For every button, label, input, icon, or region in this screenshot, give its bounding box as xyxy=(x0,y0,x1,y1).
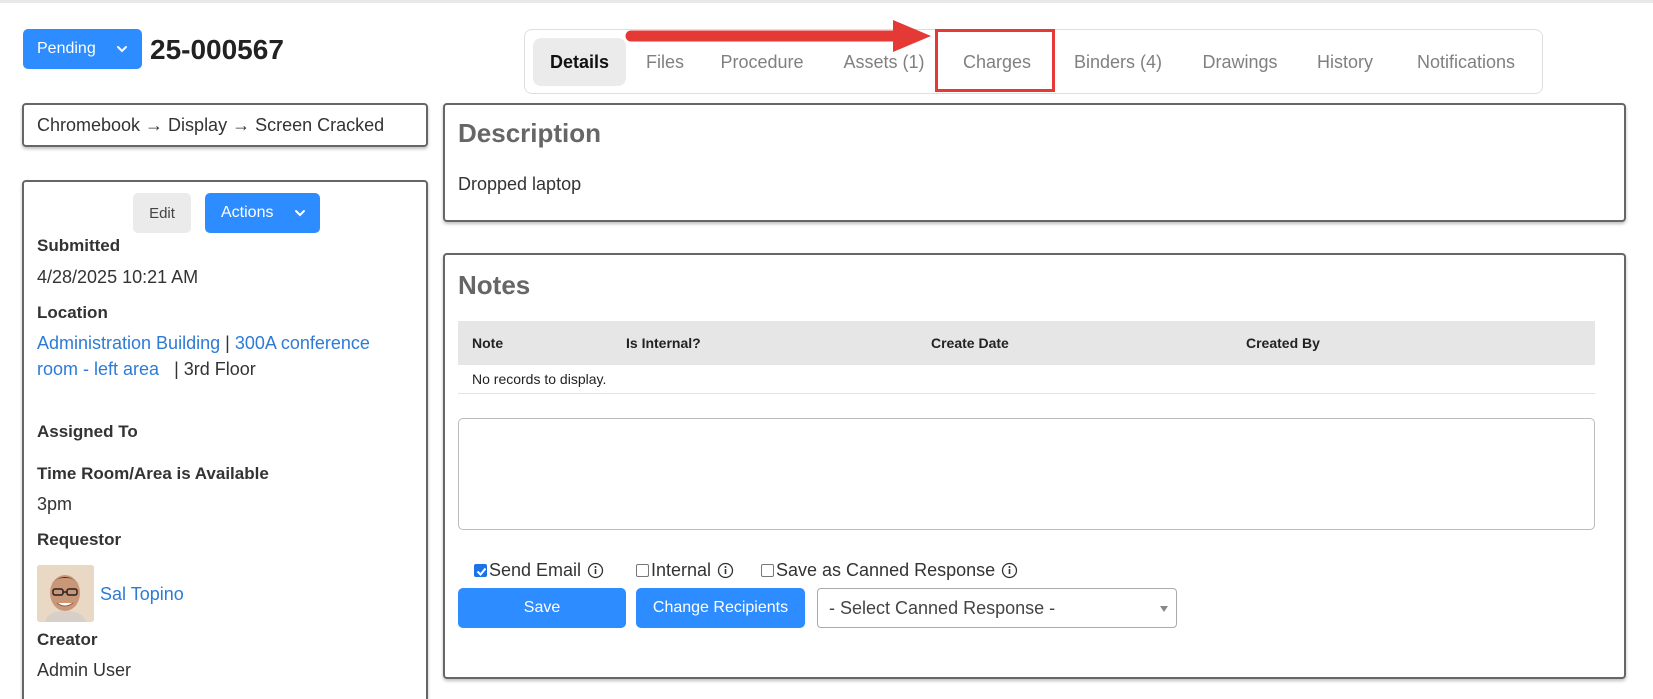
no-records-message: No records to display. xyxy=(472,371,607,387)
top-border xyxy=(0,0,1653,3)
canned-response-checkbox[interactable] xyxy=(761,564,774,577)
tab-history[interactable]: History xyxy=(1303,38,1387,86)
location-separator: | xyxy=(225,333,230,353)
ticket-info-panel: Edit Actions Submitted 4/28/2025 10:21 A… xyxy=(22,180,428,699)
actions-label: Actions xyxy=(221,204,274,221)
notes-title: Notes xyxy=(458,270,531,300)
notes-panel: Notes Note Is Internal? Create Date Crea… xyxy=(443,253,1626,679)
location-building-link[interactable]: Administration Building xyxy=(37,333,220,353)
canned-response-option[interactable]: Save as Canned Response xyxy=(761,560,1018,581)
charges-highlight-box xyxy=(935,29,1055,92)
submitted-label: Submitted xyxy=(37,236,121,255)
tab-drawings[interactable]: Drawings xyxy=(1187,38,1293,86)
tab-notifications[interactable]: Notifications xyxy=(1397,38,1535,86)
location-room-link-line1[interactable]: 300A conference xyxy=(235,333,370,353)
description-title: Description xyxy=(458,118,602,148)
creator-value: Admin User xyxy=(37,660,132,680)
info-icon[interactable] xyxy=(1001,562,1018,579)
grid-divider xyxy=(458,393,1595,394)
category-breadcrumb: Chromebook → Display → Screen Cracked xyxy=(22,103,428,147)
location-room-link-line2[interactable]: room - left area xyxy=(37,359,159,379)
submitted-value: 4/28/2025 10:21 AM xyxy=(37,267,199,287)
location-label: Location xyxy=(37,303,108,322)
save-button[interactable]: Save xyxy=(458,588,626,628)
send-email-checkbox[interactable] xyxy=(474,564,487,577)
ticket-number: 25-000567 xyxy=(150,34,284,65)
assigned-to-label: Assigned To xyxy=(37,422,138,441)
change-recipients-button[interactable]: Change Recipients xyxy=(636,588,805,628)
send-email-option[interactable]: Send Email xyxy=(474,560,604,581)
canned-response-label: Save as Canned Response xyxy=(776,560,996,580)
info-icon[interactable] xyxy=(717,562,734,579)
requestor-name-link[interactable]: Sal Topino xyxy=(100,584,184,605)
tab-details[interactable]: Details xyxy=(533,38,626,86)
status-dropdown-button[interactable]: Pending xyxy=(23,29,142,69)
location-line-2: room - left area | 3rd Floor xyxy=(37,359,256,380)
actions-dropdown-button[interactable]: Actions xyxy=(205,193,320,233)
location-floor: | 3rd Floor xyxy=(174,359,256,379)
notes-grid-header: Note Is Internal? Create Date Created By xyxy=(458,321,1595,365)
tab-binders[interactable]: Binders (4) xyxy=(1059,38,1177,86)
column-header-created-by[interactable]: Created By xyxy=(1246,335,1320,351)
internal-label: Internal xyxy=(651,560,712,580)
column-header-note[interactable]: Note xyxy=(472,335,503,351)
internal-checkbox[interactable] xyxy=(636,564,649,577)
edit-button[interactable]: Edit xyxy=(133,193,191,233)
creator-label: Creator xyxy=(37,630,98,649)
internal-option[interactable]: Internal xyxy=(636,560,734,581)
column-header-is-internal[interactable]: Is Internal? xyxy=(626,335,701,351)
send-email-label: Send Email xyxy=(489,560,582,580)
chevron-down-icon xyxy=(295,210,305,217)
column-header-create-date[interactable]: Create Date xyxy=(931,335,1009,351)
arrow-right-icon xyxy=(625,20,931,52)
description-panel: Description Dropped laptop xyxy=(443,103,1626,222)
requestor-avatar xyxy=(37,565,94,622)
time-available-label: Time Room/Area is Available xyxy=(37,464,269,483)
requestor-label: Requestor xyxy=(37,530,122,549)
location-line-1: Administration Building | 300A conferenc… xyxy=(37,333,370,354)
canned-response-select-value: - Select Canned Response - xyxy=(829,597,1056,618)
canned-response-select[interactable]: - Select Canned Response - xyxy=(817,588,1177,628)
time-available-value: 3pm xyxy=(37,494,73,514)
description-text: Dropped laptop xyxy=(458,174,582,194)
chevron-down-icon xyxy=(117,46,127,53)
caret-down-icon xyxy=(1160,606,1168,612)
status-label: Pending xyxy=(37,40,96,57)
info-icon[interactable] xyxy=(587,562,604,579)
note-textarea[interactable] xyxy=(458,418,1595,530)
